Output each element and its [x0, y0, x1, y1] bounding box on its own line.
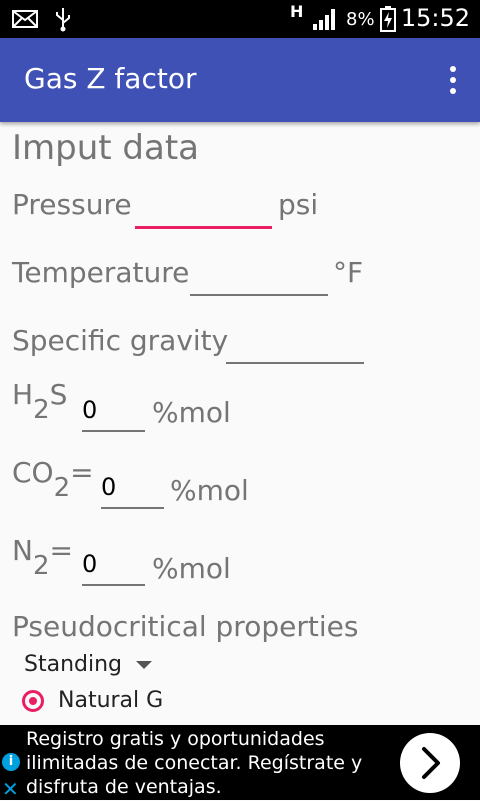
h2s-unit: %mol: [152, 396, 231, 429]
ad-close-icon[interactable]: ✕: [2, 777, 19, 801]
co2-input[interactable]: 0: [101, 473, 164, 509]
chevron-right-icon: [422, 747, 440, 779]
ad-info-icon[interactable]: i: [2, 753, 20, 771]
temperature-unit: °F: [333, 256, 364, 289]
dropdown-caret-icon: [136, 661, 153, 669]
specific-gravity-input[interactable]: [226, 328, 364, 364]
n2-label: N2=: [12, 534, 73, 581]
app-title: Gas Z factor: [24, 62, 197, 95]
form-content: Imput data Pressure psi Temperature °F S…: [0, 122, 480, 725]
pressure-input[interactable]: [135, 192, 272, 229]
pseudocritical-heading: Pseudocritical properties: [12, 610, 359, 643]
natural-gas-radio-label: Natural G: [58, 688, 164, 713]
pressure-unit: psi: [278, 188, 319, 221]
clock: 15:52: [400, 4, 470, 32]
co2-unit: %mol: [170, 474, 249, 507]
natural-gas-radio[interactable]: [22, 690, 44, 712]
email-icon: [12, 10, 38, 28]
network-type-label: H: [290, 2, 304, 21]
h2s-label: H2S: [12, 378, 68, 425]
h2s-input[interactable]: 0: [82, 396, 145, 432]
status-bar: H 8% 15:52: [0, 0, 480, 38]
input-data-heading: Imput data: [12, 128, 199, 168]
pressure-label: Pressure: [12, 188, 132, 221]
n2-input[interactable]: 0: [82, 550, 145, 586]
battery-charging-icon: [380, 6, 396, 32]
temperature-label: Temperature: [12, 256, 190, 289]
temperature-input[interactable]: [190, 260, 328, 296]
usb-icon: [56, 8, 70, 32]
signal-icon: [313, 9, 335, 30]
n2-unit: %mol: [152, 552, 231, 585]
ad-text: Registro gratis y oportunidades ilimitad…: [26, 728, 363, 798]
ad-banner[interactable]: Registro gratis y oportunidades ilimitad…: [0, 725, 480, 801]
method-selected-value: Standing: [24, 652, 123, 677]
ad-open-button[interactable]: [400, 733, 460, 793]
overflow-menu-icon[interactable]: [446, 64, 460, 96]
battery-percent: 8%: [346, 9, 375, 30]
app-bar: Gas Z factor: [0, 38, 480, 122]
co2-label: CO2=: [12, 456, 94, 503]
method-dropdown[interactable]: Standing: [24, 652, 153, 677]
specific-gravity-label: Specific gravity: [12, 324, 229, 357]
